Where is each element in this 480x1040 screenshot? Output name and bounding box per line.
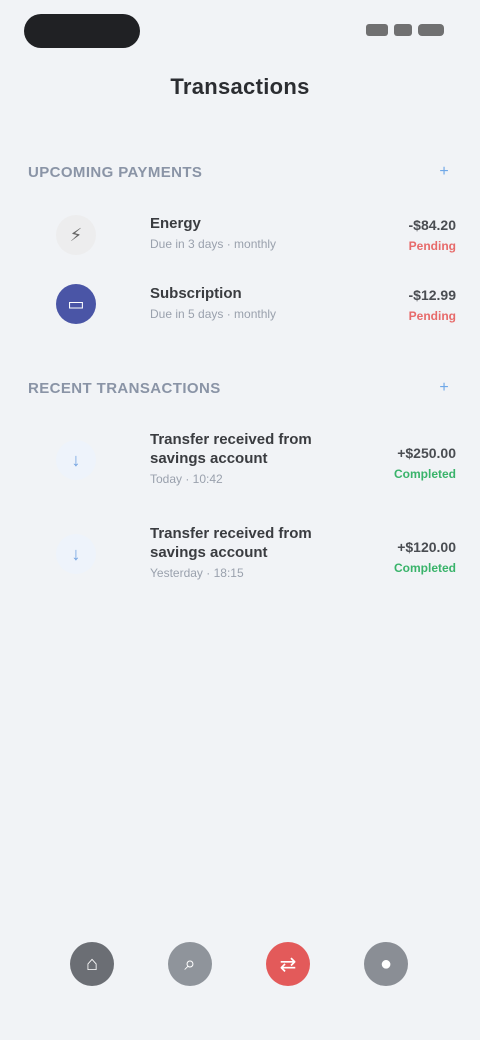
battery-icon: [418, 24, 444, 36]
row-title: Subscription: [150, 285, 242, 302]
row-title: Transfer received from savings account: [150, 431, 312, 467]
row-right: -$12.99 Pending: [376, 286, 456, 324]
arrow-icon: ↓: [56, 440, 96, 480]
signal-icon: [366, 24, 388, 36]
dynamic-island: [24, 14, 140, 48]
row-right: +$120.00 Completed: [376, 538, 456, 576]
bottom-nav: ⌂ ⌕ ⇄ ●: [0, 920, 480, 1020]
status-badge: Pending: [408, 239, 456, 253]
row-right: +$250.00 Completed: [376, 444, 456, 482]
row-subtitle: Today · 10:42: [150, 472, 223, 486]
add-icon[interactable]: +: [432, 376, 456, 400]
row-subtitle: Due in 3 days · monthly: [150, 237, 277, 251]
status-badge: Pending: [408, 309, 456, 323]
row-title: Energy: [150, 215, 201, 232]
status-badge: Completed: [393, 561, 456, 575]
row-amount: -$12.99: [408, 287, 456, 303]
profile-icon[interactable]: ●: [364, 942, 408, 986]
wifi-icon: [394, 24, 412, 36]
status-badge: Completed: [393, 467, 456, 481]
list-item[interactable]: ↓ Transfer received from savings account…: [0, 516, 480, 602]
status-bar: [0, 0, 480, 60]
row-amount: +$120.00: [397, 539, 456, 555]
section-title: Recent transactions: [28, 379, 221, 397]
list-item[interactable]: ↓ Transfer received from savings account…: [0, 422, 480, 508]
row-subtitle: Yesterday · 18:15: [150, 566, 244, 580]
row-amount: +$250.00: [397, 445, 456, 461]
bolt-icon: ⚡: [56, 215, 96, 255]
section-title: Upcoming payments: [28, 163, 203, 181]
row-subtitle: Due in 5 days · monthly: [150, 307, 277, 321]
row-right: -$84.20 Pending: [376, 216, 456, 254]
row-title: Transfer received from savings account: [150, 525, 312, 561]
add-icon[interactable]: +: [432, 160, 456, 184]
row-text: Subscription Due in 5 days · monthly: [150, 284, 360, 322]
row-text: Transfer received from savings account T…: [150, 430, 360, 487]
row-amount: -$84.20: [408, 217, 456, 233]
transfer-icon[interactable]: ⇄: [266, 942, 310, 986]
page-header: Transactions: [0, 60, 480, 116]
section-header-upcoming: Upcoming payments +: [28, 160, 456, 184]
list-item[interactable]: ▭ Subscription Due in 5 days · monthly -…: [0, 270, 480, 340]
app-screen: Transactions Upcoming payments + ⚡ Energ…: [0, 0, 480, 1040]
list-item[interactable]: ⚡ Energy Due in 3 days · monthly -$84.20…: [0, 200, 480, 270]
search-icon[interactable]: ⌕: [168, 942, 212, 986]
row-text: Transfer received from savings account Y…: [150, 524, 360, 581]
row-text: Energy Due in 3 days · monthly: [150, 214, 360, 252]
section-header-recent: Recent transactions +: [28, 376, 456, 400]
page-title: Transactions: [170, 74, 310, 99]
home-icon[interactable]: ⌂: [70, 942, 114, 986]
card-icon: ▭: [56, 284, 96, 324]
arrow-icon: ↓: [56, 534, 96, 574]
status-icons: [366, 24, 444, 36]
